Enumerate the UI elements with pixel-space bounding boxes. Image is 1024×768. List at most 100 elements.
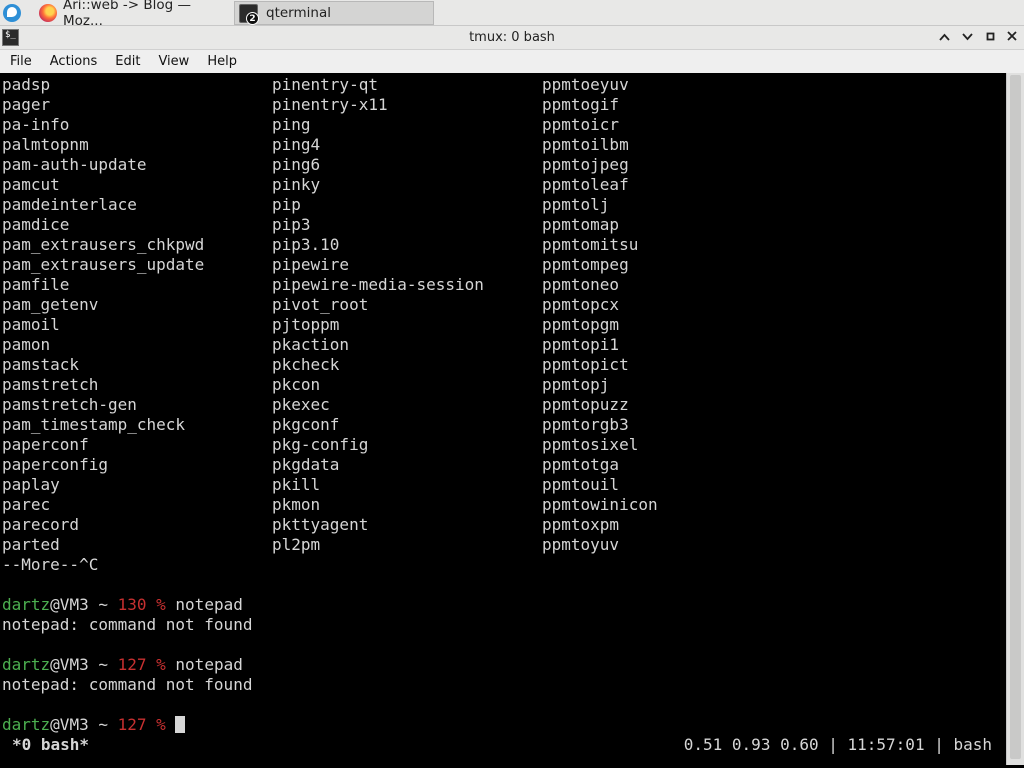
listing-entry: pip3 xyxy=(272,215,311,234)
terminal-area[interactable]: padsp pager pa-info palmtopnm pam-auth-updat… xyxy=(0,73,1006,765)
listing-entry: pkttyagent xyxy=(272,515,369,534)
listing-entry: pamcut xyxy=(2,175,60,194)
listing-entry: pamstack xyxy=(2,355,80,374)
close-icon xyxy=(1007,31,1017,41)
task-firefox-label: Ari::web -> Blog — Moz... xyxy=(63,0,191,29)
prompt-user: dartz xyxy=(2,655,51,674)
listing-entry: pamdice xyxy=(2,215,70,234)
menu-actions[interactable]: Actions xyxy=(40,54,104,69)
listing-entry: pam_extrausers_update xyxy=(2,255,205,274)
tmux-status-right: 0.51 0.93 0.60 | 11:57:01 | bash xyxy=(683,735,992,754)
listing-entry: ping4 xyxy=(272,135,321,154)
window-titlebar[interactable]: $_ tmux: 0 bash xyxy=(0,26,1024,50)
listing-entry: pkmon xyxy=(272,495,321,514)
listing-entry: pip xyxy=(272,195,301,214)
listing-entry: pam_extrausers_chkpwd xyxy=(2,235,205,254)
listing-entry: ping xyxy=(272,115,311,134)
listing-entry: pkgdata xyxy=(272,455,340,474)
text-cursor xyxy=(175,716,186,733)
listing-column-3: ppmtoeyuv ppmtogif ppmtoicr ppmtoilbm ppmtoj… xyxy=(542,75,658,555)
listing-entry: ppmtopj xyxy=(542,375,610,394)
listing-entry: pjtoppm xyxy=(272,315,340,334)
task-qterminal[interactable]: 2 qterminal xyxy=(234,1,434,25)
listing-entry: ppmtoleaf xyxy=(542,175,629,194)
command-output: notepad: command not found xyxy=(2,615,253,634)
command-text: notepad xyxy=(165,595,243,614)
listing-entry: pamfile xyxy=(2,275,70,294)
listing-entry: pinentry-x11 xyxy=(272,95,388,114)
menu-file[interactable]: File xyxy=(0,54,38,69)
chevron-down-icon xyxy=(961,33,973,41)
listing-entry: ping6 xyxy=(272,155,321,174)
listing-entry: pivot_root xyxy=(272,295,369,314)
listing-entry: ppmtomap xyxy=(542,215,620,234)
listing-entry: ppmtopuzz xyxy=(542,395,629,414)
start-menu-icon[interactable] xyxy=(3,4,21,22)
terminal-scrollbar[interactable] xyxy=(1006,73,1024,765)
close-button[interactable] xyxy=(1002,28,1022,48)
current-prompt-line[interactable]: dartz@VM3 ~ 127 % xyxy=(2,715,252,735)
shade-button[interactable] xyxy=(934,28,954,48)
listing-entry: ppmtowinicon xyxy=(542,495,658,514)
prompt-exit-code: 127 % xyxy=(117,715,166,734)
listing-entry: ppmtopgm xyxy=(542,315,620,334)
listing-entry: ppmtorgb3 xyxy=(542,415,629,434)
prompt-user: dartz xyxy=(2,595,51,614)
listing-entry: ppmtosixel xyxy=(542,435,639,454)
menu-view[interactable]: View xyxy=(148,54,195,69)
listing-entry: paperconf xyxy=(2,435,89,454)
listing-entry: pa-info xyxy=(2,115,70,134)
prompt-exit-code: 127 % xyxy=(117,655,166,674)
listing-entry: palmtopnm xyxy=(2,135,89,154)
command-text: notepad xyxy=(165,655,243,674)
listing-entry: ppmtoneo xyxy=(542,275,620,294)
listing-entry: pamstretch-gen xyxy=(2,395,137,414)
listing-column-1: padsp pager pa-info palmtopnm pam-auth-updat… xyxy=(2,75,204,555)
listing-entry: pipewire-media-session xyxy=(272,275,484,294)
listing-entry: pkexec xyxy=(272,395,330,414)
listing-entry: ppmtolj xyxy=(542,195,610,214)
listing-entry: ppmtoxpm xyxy=(542,515,620,534)
listing-column-2: pinentry-qt pinentry-x11 ping ping4 ping6 pin… xyxy=(272,75,484,555)
listing-entry: ppmtoeyuv xyxy=(542,75,629,94)
menu-help[interactable]: Help xyxy=(197,54,243,69)
prompt-exit-code: 130 % xyxy=(117,595,166,614)
listing-entry: ppmtojpeg xyxy=(542,155,629,174)
more-line: --More--^C xyxy=(2,555,99,574)
session-output: --More--^C dartz@VM3 ~ 130 % notepad not… xyxy=(2,555,252,735)
listing-entry: pipewire xyxy=(272,255,350,274)
listing-entry: ppmtopict xyxy=(542,355,629,374)
listing-entry: pkaction xyxy=(272,335,350,354)
listing-entry: pinky xyxy=(272,175,321,194)
listing-entry: parec xyxy=(2,495,51,514)
listing-entry: pamon xyxy=(2,335,51,354)
listing-entry: pinentry-qt xyxy=(272,75,378,94)
listing-entry: pip3.10 xyxy=(272,235,340,254)
listing-entry: ppmtopcx xyxy=(542,295,620,314)
maximize-button[interactable] xyxy=(980,28,1000,48)
tmux-window-name[interactable]: *0 bash* xyxy=(12,735,89,755)
window-title: tmux: 0 bash xyxy=(469,30,555,45)
listing-entry: ppmtompeg xyxy=(542,255,629,274)
listing-entry: paperconfig xyxy=(2,455,108,474)
listing-entry: padsp xyxy=(2,75,51,94)
window-count-badge: 2 xyxy=(246,11,259,25)
menu-edit[interactable]: Edit xyxy=(105,54,146,69)
terminal-icon: 2 xyxy=(239,3,259,25)
scrollbar-thumb[interactable] xyxy=(1010,75,1021,759)
listing-entry: pl2pm xyxy=(272,535,321,554)
listing-entry: pamoil xyxy=(2,315,60,334)
listing-entry: ppmtopi1 xyxy=(542,335,620,354)
prompt-line: dartz@VM3 ~ 130 % notepad xyxy=(2,595,252,615)
listing-entry: pam_getenv xyxy=(2,295,99,314)
prompt-user: dartz xyxy=(2,715,51,734)
minimize-button[interactable] xyxy=(957,28,977,48)
tmux-status-bar: *0 bash* 0.51 0.93 0.60 | 11:57:01 | bas… xyxy=(0,735,1006,755)
listing-entry: parted xyxy=(2,535,60,554)
prompt-host: @VM3 ~ xyxy=(50,595,118,614)
prompt-host: @VM3 ~ xyxy=(50,655,118,674)
task-firefox[interactable]: Ari::web -> Blog — Moz... xyxy=(35,0,232,29)
listing-entry: pam_timestamp_check xyxy=(2,415,186,434)
listing-entry: pkill xyxy=(272,475,321,494)
listing-entry: pkgconf xyxy=(272,415,340,434)
